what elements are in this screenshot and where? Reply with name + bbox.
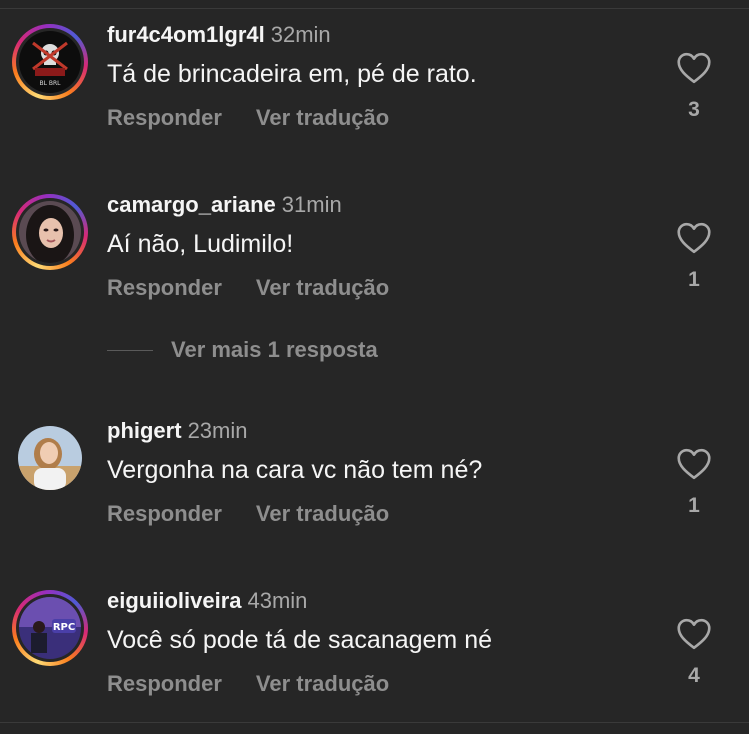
- bottom-divider: [0, 722, 749, 723]
- avatar-story-ring[interactable]: BL BRL: [12, 24, 88, 100]
- reply-button[interactable]: Responder: [107, 275, 222, 301]
- comment-time: 43min: [247, 588, 308, 613]
- avatar-story-ring[interactable]: RPC: [12, 590, 88, 666]
- like-control: 4: [675, 618, 713, 688]
- see-translation-button[interactable]: Ver tradução: [256, 671, 389, 697]
- like-control: 1: [675, 222, 713, 292]
- avatar-wrapper[interactable]: [12, 420, 88, 496]
- reply-button[interactable]: Responder: [107, 671, 222, 697]
- avatar: RPC: [19, 597, 81, 659]
- comment-username[interactable]: phigert: [107, 418, 182, 444]
- top-divider: [0, 8, 749, 9]
- avatar-story-ring[interactable]: [12, 194, 88, 270]
- like-control: 3: [675, 52, 713, 122]
- reply-button[interactable]: Responder: [107, 501, 222, 527]
- view-more-replies-button[interactable]: Ver mais 1 resposta: [107, 337, 378, 363]
- like-count: 4: [688, 664, 700, 687]
- avatar: [18, 426, 82, 490]
- avatar-text: RPC: [53, 622, 75, 633]
- replies-divider-line: [107, 349, 153, 351]
- see-translation-button[interactable]: Ver tradução: [256, 105, 389, 131]
- see-translation-button[interactable]: Ver tradução: [256, 275, 389, 301]
- reply-button[interactable]: Responder: [107, 105, 222, 131]
- comment-time: 23min: [187, 418, 248, 443]
- heart-outline-icon[interactable]: [676, 52, 712, 84]
- avatar: [19, 201, 81, 263]
- like-count: 1: [688, 268, 700, 291]
- avatar: BL BRL: [19, 31, 81, 93]
- like-count: 1: [688, 494, 700, 517]
- heart-outline-icon[interactable]: [676, 618, 712, 650]
- heart-outline-icon[interactable]: [676, 448, 712, 480]
- like-count: 3: [688, 98, 700, 121]
- avatar-text: BL BRL: [40, 80, 62, 87]
- view-more-replies-label: Ver mais 1 resposta: [171, 337, 378, 362]
- heart-outline-icon[interactable]: [676, 222, 712, 254]
- comment-username[interactable]: camargo_ariane: [107, 192, 276, 218]
- like-control: 1: [675, 448, 713, 518]
- comment-text: Aí não, Ludimilo!: [107, 230, 294, 258]
- comment-time: 31min: [281, 192, 342, 217]
- comment-username[interactable]: fur4c4om1lgr4l: [107, 22, 265, 48]
- comment-text: Tá de brincadeira em, pé de rato.: [107, 60, 477, 88]
- comment-text: Vergonha na cara vc não tem né?: [107, 456, 483, 484]
- comment-username[interactable]: eiguiioliveira: [107, 588, 242, 614]
- comments-panel: BL BRL fur4c4om1lgr4l 32min Tá de brinca…: [0, 0, 749, 734]
- comment-text: Você só pode tá de sacanagem né: [107, 626, 493, 654]
- comment-time: 32min: [270, 22, 331, 47]
- see-translation-button[interactable]: Ver tradução: [256, 501, 389, 527]
